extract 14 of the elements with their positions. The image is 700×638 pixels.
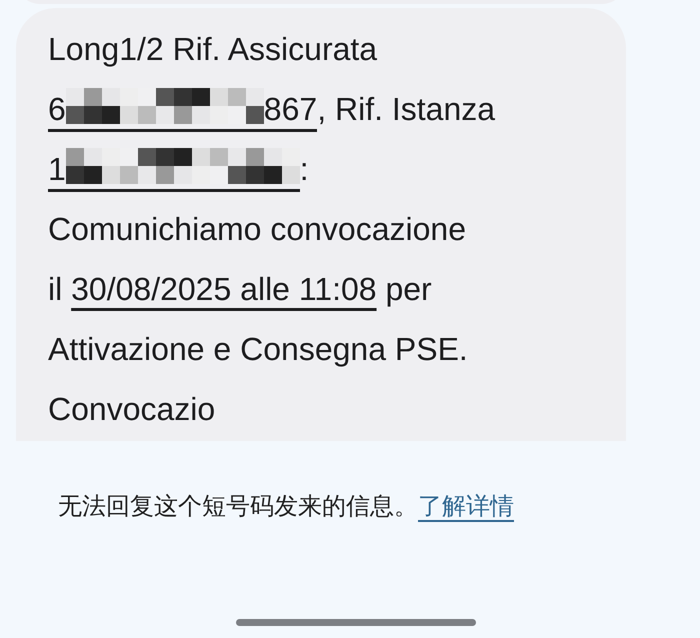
home-indicator[interactable] [236,619,476,626]
reference-link[interactable]: 6 867 [48,86,318,132]
message-text: : [300,151,309,187]
message-text: per [385,271,432,307]
message-text: il [48,271,62,307]
notice-text: 无法回复这个短号码发来的信息。了解详情 [58,492,515,522]
message-text: , Rif. Istanza [317,91,496,127]
learn-more-link[interactable]: 了解详情 [418,493,514,520]
message-text: Long1/2 Rif. Assicurata [48,31,378,67]
date-link[interactable]: 30/08/2025 alle 11:08 [71,271,377,307]
message-text: Convocazio [48,391,216,427]
message-text: Comunichiamo convocazione [48,211,466,247]
message-text: Attivazione e Consegna PSE. [48,331,468,367]
reference-link[interactable]: 1 [48,146,300,192]
